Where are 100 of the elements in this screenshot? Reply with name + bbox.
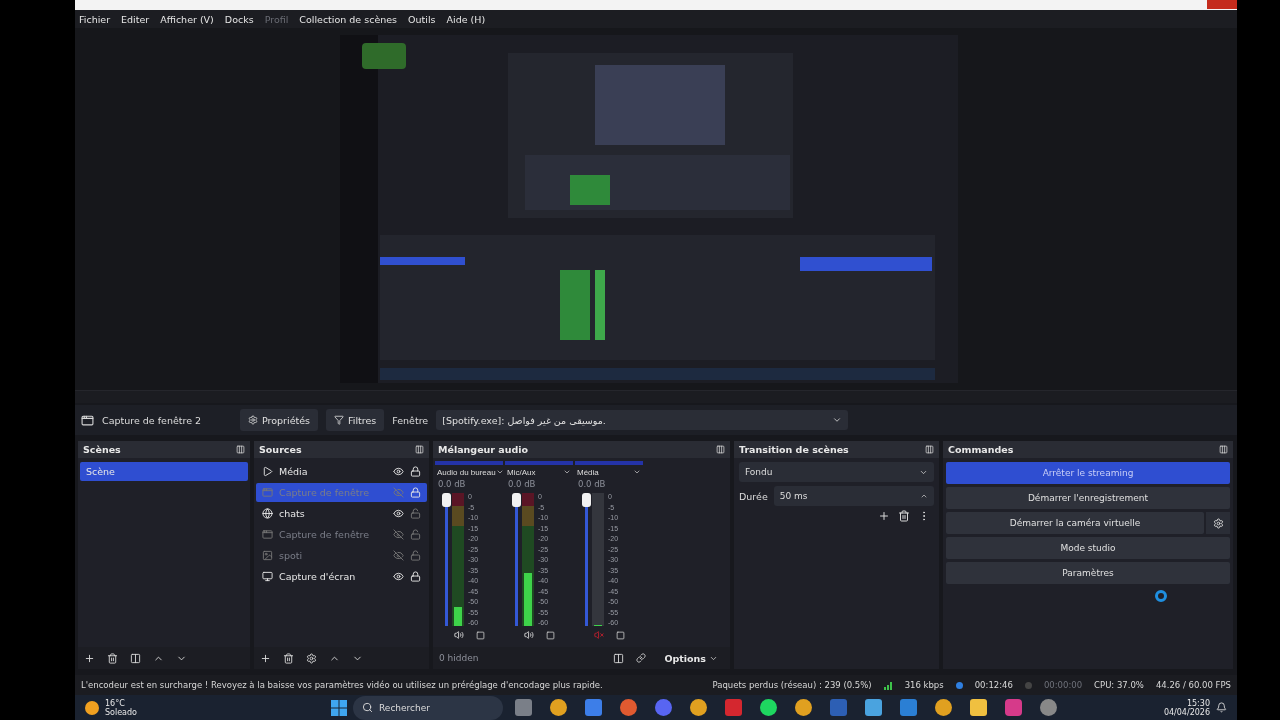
lock-icon[interactable] [410, 571, 421, 582]
unlock-icon[interactable] [410, 508, 421, 519]
filter-icon [334, 415, 344, 425]
menu-item[interactable]: Outils [408, 13, 436, 25]
stream-indicator [955, 681, 963, 689]
toolbar-icon[interactable] [107, 652, 118, 664]
dock-header: Scènes [78, 441, 250, 458]
control-button[interactable]: Paramètres [946, 562, 1230, 584]
menu-item[interactable]: Docks [224, 13, 254, 25]
channel-name[interactable]: Média [575, 465, 643, 479]
search-field[interactable]: Rechercher [353, 695, 503, 720]
layout-icon[interactable] [613, 652, 625, 664]
toolbar-icon[interactable] [260, 652, 271, 664]
app-icon[interactable] [620, 699, 637, 716]
filters-button[interactable]: Filtres [326, 409, 385, 431]
duration-field[interactable]: 50 ms [773, 486, 934, 506]
lock-icon[interactable] [410, 487, 421, 498]
eye-icon[interactable] [393, 508, 404, 519]
volume-slider[interactable] [515, 493, 518, 626]
eye-icon[interactable] [393, 571, 404, 582]
source-item[interactable]: Capture de fenêtre [256, 525, 427, 544]
gear-icon [248, 415, 258, 425]
channel-name[interactable]: Mic/Aux [505, 465, 573, 479]
browser-icon [262, 508, 273, 519]
toolbar-icon[interactable] [898, 510, 910, 522]
eye-off-icon[interactable] [393, 550, 404, 561]
toolbar-icon[interactable] [130, 652, 141, 664]
duration-label: Durée [739, 490, 768, 502]
menu-item[interactable]: Collection de scènes [299, 13, 398, 25]
loading-icon [1155, 590, 1167, 602]
window-select[interactable]: [Spotify.exe]: موسيقى من غير فواصل. [436, 410, 849, 430]
app-icon[interactable] [690, 699, 707, 716]
toolbar-icon[interactable] [306, 652, 317, 664]
undock-icon[interactable] [716, 445, 725, 454]
caret-icon [495, 468, 504, 476]
app-icon[interactable] [550, 699, 567, 716]
app-icon[interactable] [760, 699, 777, 716]
control-button[interactable]: Démarrer l'enregistrement [946, 487, 1230, 509]
control-button[interactable]: Arrêter le streaming [946, 462, 1230, 484]
app-icon[interactable] [1040, 699, 1057, 716]
screen-icon [262, 571, 273, 582]
menu-item[interactable]: Editer [121, 13, 150, 25]
toolbar-icon[interactable] [878, 510, 890, 522]
record-time: 00:00:00 [1043, 680, 1083, 690]
eye-icon[interactable] [393, 466, 404, 477]
undock-icon[interactable] [925, 445, 934, 454]
undock-icon[interactable] [1219, 445, 1228, 454]
link-icon[interactable] [636, 653, 647, 663]
status-message: L'encodeur est en surcharge ! Revoyez à la baisse vos paramètres vidéo ou utilisez un préréglage d'encodage plus rapide. [81, 680, 604, 690]
menu-item[interactable]: Aide (H) [446, 13, 486, 25]
window-icon [262, 529, 273, 540]
start-icon[interactable] [331, 699, 347, 716]
volume-slider[interactable] [585, 493, 588, 626]
search-icon [362, 701, 373, 713]
channel-name[interactable]: Audio du bureau [435, 465, 503, 479]
speaker-icon[interactable] [523, 630, 534, 640]
toolbar-icon[interactable] [283, 652, 294, 664]
eye-off-icon[interactable] [393, 529, 404, 540]
menu-item[interactable]: Fichier [79, 13, 111, 25]
options-button[interactable]: Options [658, 651, 724, 665]
caret-icon [633, 468, 641, 476]
volume-reading: 0.0 dB [577, 479, 607, 491]
unlock-icon[interactable] [410, 529, 421, 540]
dock-header: Sources [254, 441, 429, 458]
volume-slider[interactable] [445, 493, 448, 626]
undock-icon[interactable] [415, 445, 424, 454]
stream-time: 00:12:46 [974, 680, 1013, 690]
lock-icon[interactable] [410, 466, 421, 477]
app-icon[interactable] [795, 699, 812, 716]
source-label: Capture d'écran [279, 571, 357, 582]
app-icon[interactable] [655, 699, 672, 716]
undock-icon[interactable] [236, 445, 245, 454]
dock-header: Commandes [943, 441, 1233, 458]
speaker-icon[interactable] [453, 630, 464, 640]
toolbar-icon[interactable] [84, 652, 95, 664]
scene-item[interactable]: Scène [80, 462, 248, 481]
control-button[interactable]: Mode studio [946, 537, 1230, 559]
settings-button[interactable] [1206, 512, 1230, 534]
weather-text: Soleado [105, 707, 138, 717]
caret-icon [832, 415, 843, 425]
media-icon [262, 466, 273, 477]
source-item[interactable]: Capture d'écran [256, 567, 427, 586]
app-icon[interactable] [935, 699, 952, 716]
dock-header: Mélangeur audio [433, 441, 730, 458]
window-icon [262, 487, 273, 498]
volume-reading: 0.0 dB [437, 479, 467, 491]
unlock-icon[interactable] [410, 550, 421, 561]
window-icon [81, 413, 94, 427]
sun-icon [85, 700, 99, 715]
notification-icon[interactable] [1216, 702, 1227, 713]
control-button[interactable]: Démarrer la caméra virtuelle [946, 512, 1204, 534]
signal-icon [883, 680, 893, 690]
menu-item[interactable]: Afficher (V) [160, 13, 214, 25]
spinner-arrows-icon[interactable] [920, 492, 928, 500]
source-item[interactable]: chats [256, 504, 427, 523]
source-item[interactable]: spoti [256, 546, 427, 565]
properties-button[interactable]: Propriétés [240, 409, 318, 431]
record-indicator [1024, 681, 1032, 689]
transition-select[interactable]: Fondu [739, 462, 934, 482]
source-item[interactable]: Média [256, 462, 427, 481]
